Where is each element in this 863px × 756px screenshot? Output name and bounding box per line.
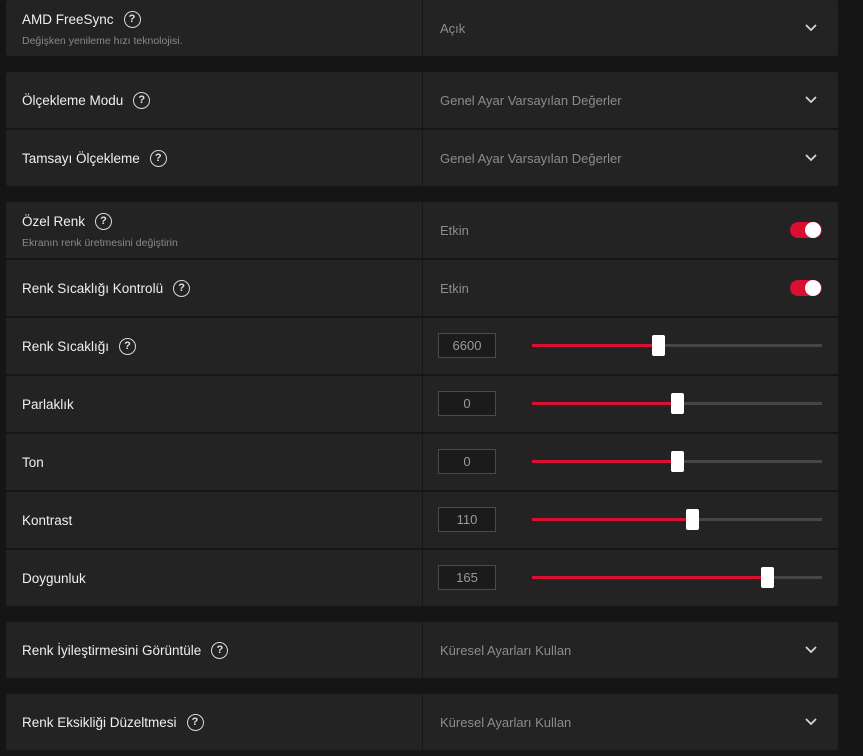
enhancement-value: Küresel Ayarları Kullan (440, 643, 572, 658)
deficiency-group: Renk Eksikliği Düzeltmesi ? Küresel Ayar… (6, 694, 838, 750)
slider-value-input[interactable]: 0 (438, 449, 496, 474)
toggle-knob (805, 222, 821, 238)
temp-control-row: Renk Sıcaklığı Kontrolü ? Etkin (6, 260, 838, 316)
slider-track[interactable] (532, 393, 822, 414)
slider-thumb[interactable] (685, 509, 699, 530)
deficiency-label: Renk Eksikliği Düzeltmesi (22, 714, 177, 730)
slider-row: Ton 0 (6, 434, 838, 490)
slider-thumb[interactable] (760, 567, 774, 588)
deficiency-value: Küresel Ayarları Kullan (440, 715, 572, 730)
freesync-value: Açık (440, 21, 466, 36)
temp-control-label: Renk Sıcaklığı Kontrolü (22, 280, 164, 296)
slider-value-input[interactable]: 6600 (438, 333, 496, 358)
chevron-down-icon (805, 24, 817, 32)
slider-label: Parlaklık (22, 396, 74, 412)
toggle-knob (805, 280, 821, 296)
slider-row: Kontrast 110 (6, 492, 838, 548)
slider-thumb[interactable] (671, 451, 684, 472)
custom-color-row: Özel Renk ? Ekranın renk üretmesini deği… (6, 202, 838, 258)
slider-label: Kontrast (22, 512, 73, 528)
integer-scaling-label: Tamsayı Ölçekleme (22, 150, 140, 166)
chevron-down-icon (805, 154, 817, 162)
slider-value-input[interactable]: 0 (438, 391, 496, 416)
slider-fill (532, 344, 659, 347)
enhancement-row: Renk İyileştirmesini Görüntüle ? Küresel… (6, 622, 838, 678)
custom-color-label: Özel Renk (22, 213, 86, 229)
scaling-mode-row: Ölçekleme Modu ? Genel Ayar Varsayılan D… (6, 72, 838, 128)
temp-control-status: Etkin (440, 281, 469, 296)
integer-scaling-value: Genel Ayar Varsayılan Değerler (440, 151, 622, 166)
freesync-description: Değişken yenileme hızı teknolojisi. (22, 35, 183, 47)
custom-color-group: Özel Renk ? Ekranın renk üretmesini deği… (6, 202, 838, 606)
help-circle-icon[interactable]: ? (186, 713, 204, 731)
slider-thumb[interactable] (671, 393, 684, 414)
enhancement-group: Renk İyileştirmesini Görüntüle ? Küresel… (6, 622, 838, 678)
slider-label: Doygunluk (22, 570, 86, 586)
freesync-group: AMD FreeSync ? Değişken yenileme hızı te… (6, 0, 838, 56)
slider-value-input[interactable]: 110 (438, 507, 496, 532)
help-circle-icon[interactable]: ? (211, 641, 229, 659)
enhancement-dropdown[interactable]: Küresel Ayarları Kullan (423, 622, 838, 678)
slider-label: Ton (22, 454, 44, 470)
temp-control-toggle[interactable] (790, 280, 822, 296)
scaling-mode-value: Genel Ayar Varsayılan Değerler (440, 93, 622, 108)
slider-row: Parlaklık 0 (6, 376, 838, 432)
slider-thumb[interactable] (652, 335, 666, 356)
slider-fill (532, 518, 692, 521)
slider-fill (532, 576, 767, 579)
help-circle-icon[interactable]: ? (123, 10, 141, 28)
chevron-down-icon (805, 646, 817, 654)
help-circle-icon[interactable]: ? (119, 337, 137, 355)
integer-scaling-dropdown[interactable]: Genel Ayar Varsayılan Değerler (423, 130, 838, 186)
custom-color-description: Ekranın renk üretmesini değiştirin (22, 237, 178, 249)
freesync-row: AMD FreeSync ? Değişken yenileme hızı te… (6, 0, 838, 56)
scaling-mode-label: Ölçekleme Modu (22, 92, 124, 108)
help-circle-icon[interactable]: ? (133, 91, 151, 109)
help-circle-icon[interactable]: ? (149, 149, 167, 167)
freesync-dropdown[interactable]: Açık (423, 0, 838, 56)
help-circle-icon[interactable]: ? (173, 279, 191, 297)
scaling-group: Ölçekleme Modu ? Genel Ayar Varsayılan D… (6, 72, 838, 186)
integer-scaling-row: Tamsayı Ölçekleme ? Genel Ayar Varsayıla… (6, 130, 838, 186)
freesync-label: AMD FreeSync (22, 11, 114, 27)
slider-track[interactable] (532, 567, 822, 588)
slider-track[interactable] (532, 335, 822, 356)
chevron-down-icon (805, 718, 817, 726)
scaling-mode-dropdown[interactable]: Genel Ayar Varsayılan Değerler (423, 72, 838, 128)
enhancement-label: Renk İyileştirmesini Görüntüle (22, 642, 202, 658)
slider-row: Renk Sıcaklığı ? 6600 (6, 318, 838, 374)
slider-value-input[interactable]: 165 (438, 565, 496, 590)
help-circle-icon[interactable]: ? (95, 212, 113, 230)
deficiency-dropdown[interactable]: Küresel Ayarları Kullan (423, 694, 838, 750)
deficiency-row: Renk Eksikliği Düzeltmesi ? Küresel Ayar… (6, 694, 838, 750)
slider-label: Renk Sıcaklığı (22, 338, 110, 354)
slider-fill (532, 460, 677, 463)
custom-color-toggle[interactable] (790, 222, 822, 238)
chevron-down-icon (805, 96, 817, 104)
custom-color-status: Etkin (440, 223, 469, 238)
slider-track[interactable] (532, 509, 822, 530)
slider-fill (532, 402, 677, 405)
slider-track[interactable] (532, 451, 822, 472)
slider-row: Doygunluk 165 (6, 550, 838, 606)
